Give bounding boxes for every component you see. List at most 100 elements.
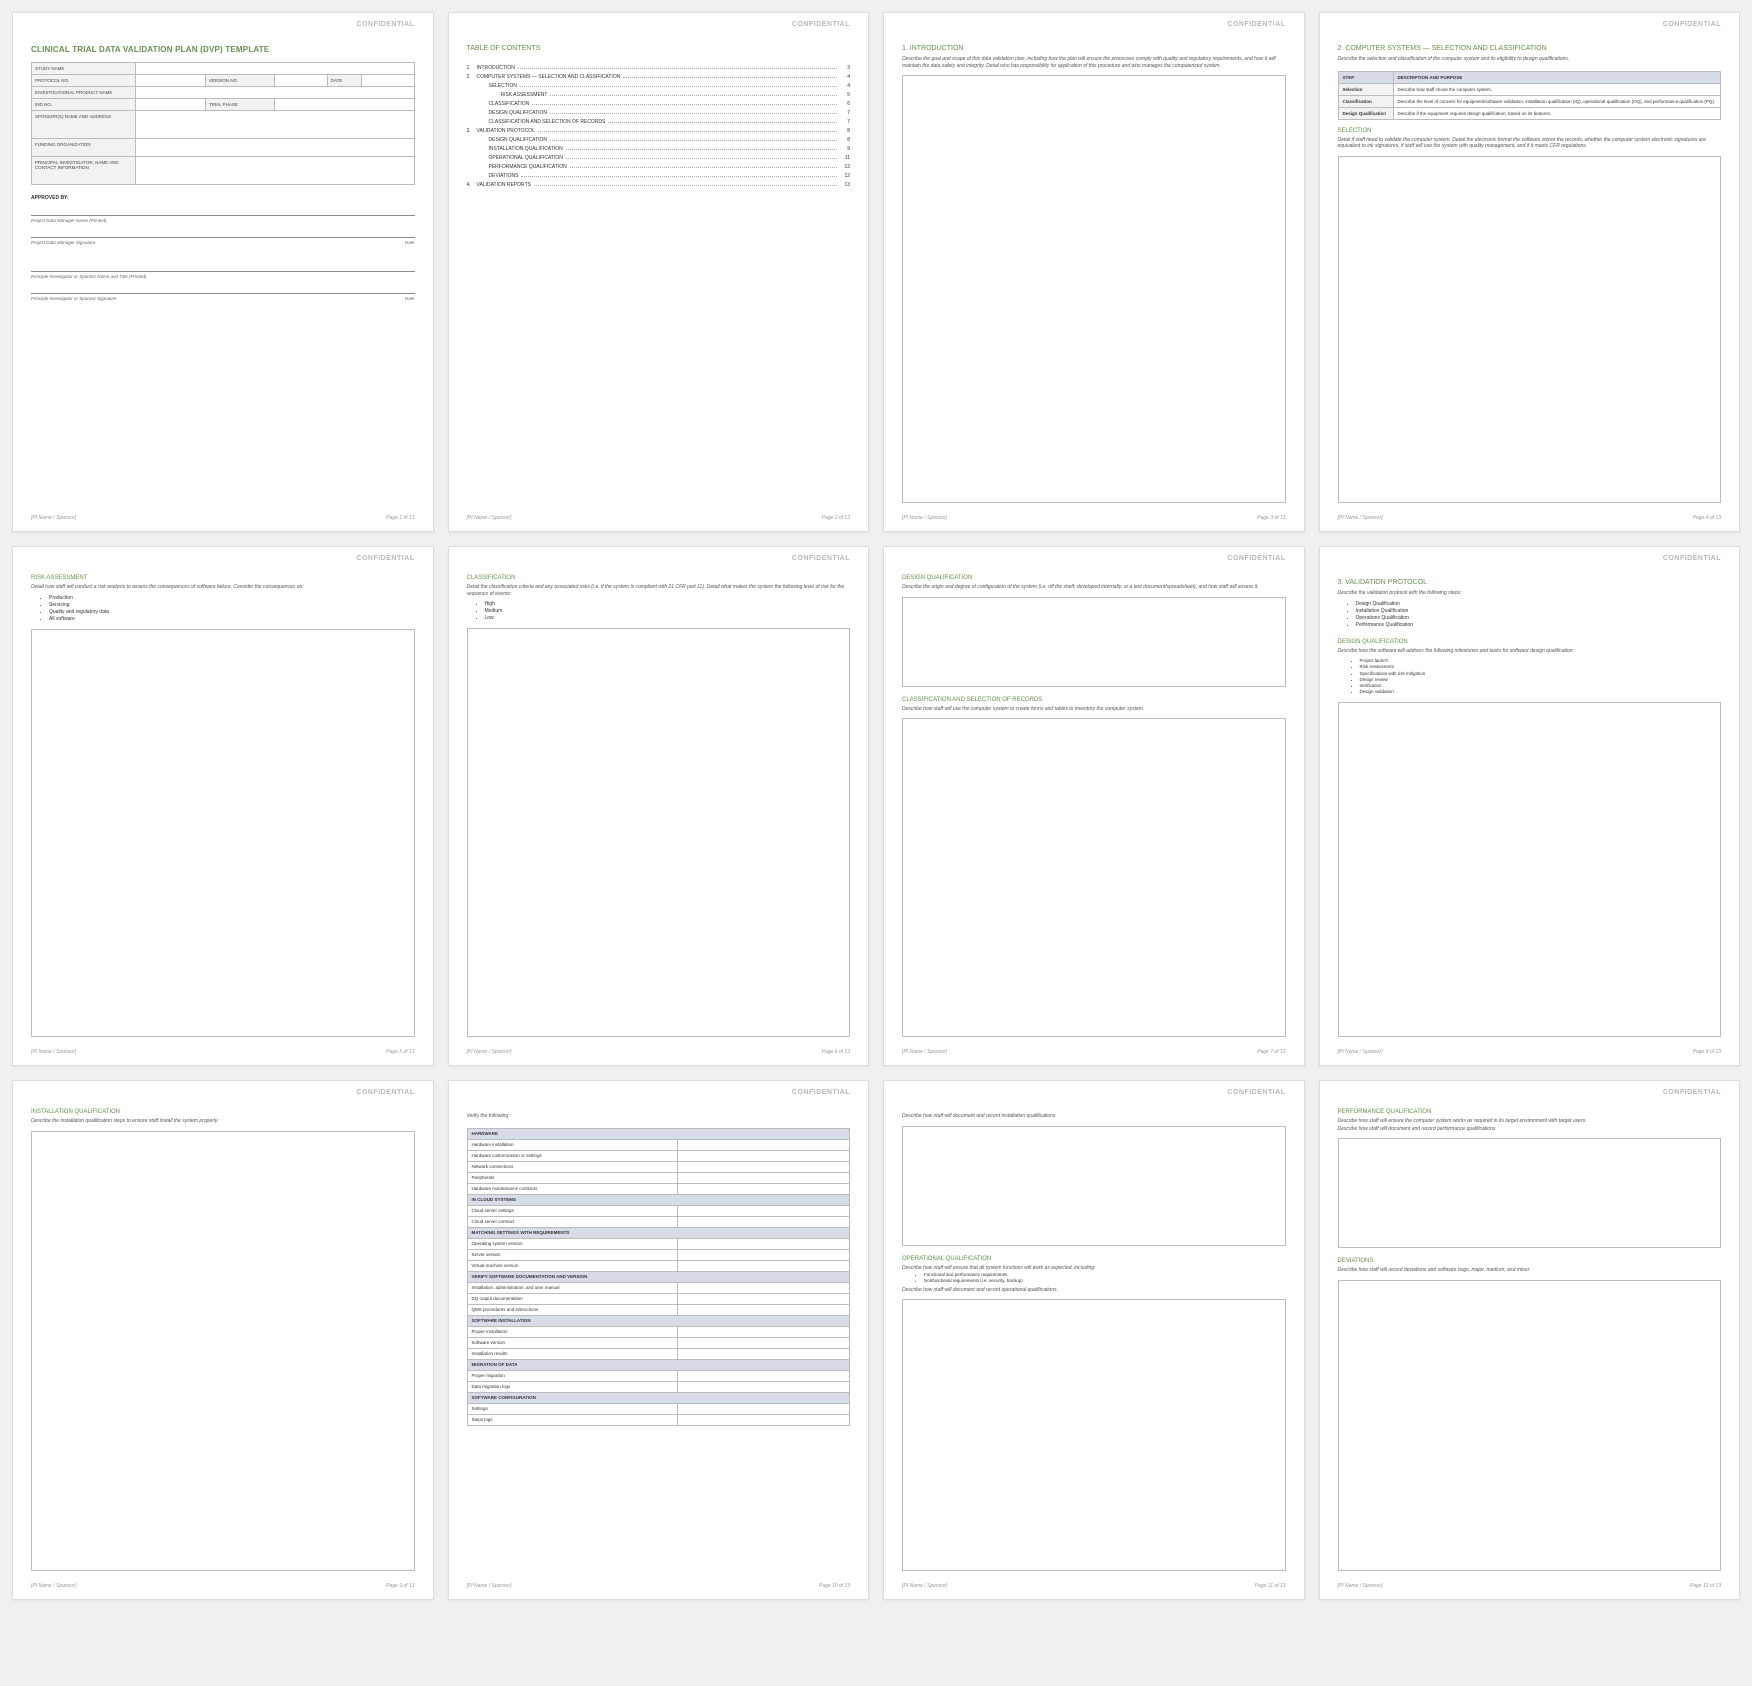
text-input-area[interactable]	[902, 597, 1286, 687]
confidential-label: CONFIDENTIAL	[1227, 555, 1285, 562]
toc-page: 12	[840, 164, 850, 170]
toc-row: CLASSIFICATION6	[467, 101, 851, 107]
page-8: CONFIDENTIAL 3. VALIDATION PROTOCOL Desc…	[1319, 546, 1741, 1066]
text-input-area[interactable]	[902, 75, 1286, 503]
verify-value[interactable]	[677, 1205, 849, 1216]
bullet-list-sm: Project launchRisk AssessmentSpecificati…	[1360, 658, 1722, 696]
verify-value[interactable]	[677, 1326, 849, 1337]
step-label: Classification	[1338, 95, 1393, 107]
verify-item: DQ output documentation	[467, 1293, 677, 1304]
text-input-area[interactable]	[1338, 1280, 1722, 1572]
val-sponsor[interactable]	[136, 111, 414, 139]
verify-header: SOFTWARE CONFIGURATION	[467, 1392, 850, 1403]
toc-text: SELECTION	[489, 83, 517, 89]
verify-value[interactable]	[677, 1249, 849, 1260]
toc-dots	[532, 102, 837, 105]
toc-dots	[521, 174, 837, 177]
val-ind-no[interactable]	[136, 99, 206, 111]
page-9: CONFIDENTIAL INSTALLATION QUALIFICATION …	[12, 1080, 434, 1600]
page-footer: [PI Name / Sponsor]Page 9 of 13	[31, 1583, 415, 1589]
page-footer: [PI Name / Sponsor]Page 1 of 13	[31, 515, 415, 521]
pq-title: PERFORMANCE QUALIFICATION	[1338, 1109, 1722, 1115]
verify-item: Proper migration	[467, 1370, 677, 1381]
verify-item: Hardware maintenance contracts	[467, 1183, 677, 1194]
step-table: STEPDESCRIPTION AND PURPOSE SelectionDes…	[1338, 71, 1722, 120]
toc-dots	[538, 129, 837, 132]
val-version-no[interactable]	[275, 75, 327, 87]
val-funding[interactable]	[136, 139, 414, 157]
footer-left: [PI Name / Sponsor]	[31, 1583, 76, 1589]
text-input-area[interactable]	[467, 628, 851, 1037]
section-desc: Describe the goal and scope of this data…	[902, 56, 1286, 69]
verify-item: Software version	[467, 1337, 677, 1348]
verify-value[interactable]	[677, 1172, 849, 1183]
section-title: 2. COMPUTER SYSTEMS — SELECTION AND CLAS…	[1338, 45, 1722, 52]
lbl-protocol-no: PROTOCOL NO.	[32, 75, 136, 87]
verify-item: Settings	[467, 1403, 677, 1414]
list-item: Low	[485, 615, 851, 622]
text-input-area[interactable]	[1338, 702, 1722, 1037]
footer-left: [PI Name / Sponsor]	[902, 515, 947, 521]
page-footer: [PI Name / Sponsor]Page 3 of 13	[902, 515, 1286, 521]
text-input-area[interactable]	[31, 1131, 415, 1572]
lbl-version-no: VERSION NO.	[205, 75, 275, 87]
verify-value[interactable]	[677, 1260, 849, 1271]
toc-text: INSTALLATION QUALIFICATION	[489, 146, 563, 152]
page-7: CONFIDENTIAL DESIGN QUALIFICATION Descri…	[883, 546, 1305, 1066]
toc-dots	[566, 147, 837, 150]
toc-page: 12	[840, 173, 850, 179]
verify-value[interactable]	[677, 1161, 849, 1172]
text-input-area[interactable]	[902, 718, 1286, 1037]
val-protocol-no[interactable]	[136, 75, 206, 87]
verify-value[interactable]	[677, 1337, 849, 1348]
toc-text: DEVIATIONS	[489, 173, 519, 179]
verify-value[interactable]	[677, 1348, 849, 1359]
page-10: CONFIDENTIAL Verify the following: HARDW…	[448, 1080, 870, 1600]
toc-row: 1.INTRODUCTION3	[467, 65, 851, 71]
pq-desc-a: Describe how staff will ensure the compu…	[1338, 1118, 1722, 1125]
verify-value[interactable]	[677, 1304, 849, 1315]
dq-title: DESIGN QUALIFICATION	[902, 575, 1286, 581]
bullet-list: Design QualificationInstallation Qualifi…	[1356, 601, 1722, 629]
toc-text: VALIDATION PROTOCOL	[477, 128, 535, 134]
val-trial-phase[interactable]	[275, 99, 414, 111]
verify-value[interactable]	[677, 1216, 849, 1227]
val-pi[interactable]	[136, 157, 414, 185]
toc-text: PERFORMANCE QUALIFICATION	[489, 164, 567, 170]
sig1-label: Project Data Manager Name (Printed)	[31, 218, 107, 223]
toc-row: DESIGN QUALIFICATION7	[467, 110, 851, 116]
confidential-label: CONFIDENTIAL	[792, 555, 850, 562]
verify-value[interactable]	[677, 1139, 849, 1150]
page-footer: [PI Name / Sponsor]Page 4 of 13	[1338, 515, 1722, 521]
page-grid: CONFIDENTIAL CLINICAL TRIAL DATA VALIDAT…	[12, 12, 1740, 1600]
text-input-area[interactable]	[902, 1126, 1286, 1246]
text-input-area[interactable]	[1338, 1138, 1722, 1248]
verify-value[interactable]	[677, 1183, 849, 1194]
oq-desc-b: Describe how staff will document and rec…	[902, 1287, 1286, 1294]
val-date[interactable]	[362, 75, 414, 87]
page-12: CONFIDENTIAL PERFORMANCE QUALIFICATION D…	[1319, 1080, 1741, 1600]
section-title: 1. INTRODUCTION	[902, 45, 1286, 52]
bullet-list: Functional and performance requirementsN…	[924, 1272, 1286, 1285]
verify-value[interactable]	[677, 1293, 849, 1304]
text-input-area[interactable]	[1338, 156, 1722, 504]
toc-page: 11	[840, 155, 850, 161]
verify-value[interactable]	[677, 1414, 849, 1425]
text-input-area[interactable]	[31, 629, 415, 1038]
toc-text: OPERATIONAL QUALIFICATION	[489, 155, 563, 161]
confidential-label: CONFIDENTIAL	[1227, 21, 1285, 28]
verify-value[interactable]	[677, 1282, 849, 1293]
verify-value[interactable]	[677, 1403, 849, 1414]
val-study-name[interactable]	[136, 63, 414, 75]
text-input-area[interactable]	[902, 1299, 1286, 1571]
verify-value[interactable]	[677, 1370, 849, 1381]
confidential-label: CONFIDENTIAL	[1663, 555, 1721, 562]
verify-value[interactable]	[677, 1238, 849, 1249]
step-desc: Describe the level of concern for equipm…	[1393, 95, 1721, 107]
confidential-label: CONFIDENTIAL	[792, 21, 850, 28]
verify-value[interactable]	[677, 1381, 849, 1392]
toc-row: 3.VALIDATION PROTOCOL8	[467, 128, 851, 134]
footer-left: [PI Name / Sponsor]	[31, 1049, 76, 1055]
verify-value[interactable]	[677, 1150, 849, 1161]
val-inv-product[interactable]	[136, 87, 414, 99]
